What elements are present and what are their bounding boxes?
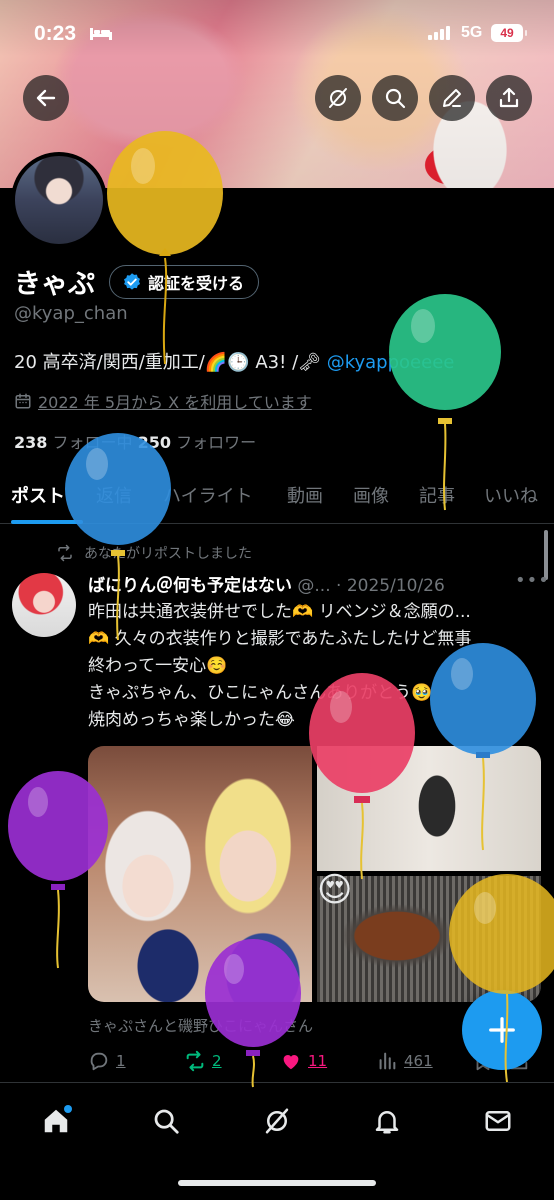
share-icon (499, 87, 519, 108)
joined-text[interactable]: 2022 年 5月から X を利用しています (38, 389, 312, 413)
more-options-icon[interactable]: ••• (515, 570, 550, 591)
search-icon (154, 1109, 179, 1134)
photo-emoji-sticker: 😍 (317, 870, 353, 910)
nav-notifications[interactable] (367, 1101, 407, 1141)
post-author-avatar[interactable] (12, 573, 76, 637)
sleep-focus-icon (90, 28, 112, 40)
search-button[interactable] (372, 75, 418, 121)
profile-tabs: ポスト 返信 ハイライト 動画 画像 記事 いいね (0, 470, 554, 524)
post-text-line: 終わって一安心☺️ (88, 656, 228, 676)
notification-dot (64, 1105, 72, 1113)
battery-icon: 49 (491, 24, 527, 42)
post-photo-3[interactable]: 😍 (317, 870, 541, 1002)
repost-icon (186, 1050, 204, 1072)
network-type: 5G (461, 24, 483, 41)
tagged-users[interactable]: きゃぷさんと磯野ひこにゃんさん (88, 1015, 313, 1036)
reply-button[interactable]: 1 (88, 1050, 126, 1072)
tab-replies[interactable]: 返信 (96, 470, 132, 524)
views-icon (379, 1052, 396, 1070)
repost-icon (58, 544, 72, 562)
post-text[interactable]: 昨田は共通衣装併せでした🫶 リベンジ＆念願の... 🫶 久々の衣装作りと撮影であ… (88, 599, 538, 734)
repost-count: 2 (212, 1052, 222, 1070)
joined-date: 2022 年 5月から X を利用しています (14, 389, 312, 413)
followers-label: フォロワー (171, 433, 257, 452)
profile-handle: @kyap_chan (14, 303, 128, 324)
search-icon (385, 88, 406, 109)
reply-count: 1 (116, 1052, 126, 1070)
profile-name-row: きゃぷ 認証を受ける (14, 262, 260, 301)
tab-articles[interactable]: 記事 (419, 470, 455, 524)
like-count: 11 (308, 1052, 328, 1070)
tab-media[interactable]: 画像 (353, 470, 389, 524)
nav-messages[interactable] (478, 1101, 518, 1141)
post-date[interactable]: · 2025/10/26 (331, 576, 445, 596)
grok-button[interactable] (315, 75, 361, 121)
tab-videos[interactable]: 動画 (287, 470, 323, 524)
home-indicator[interactable] (178, 1180, 376, 1186)
tab-highlights[interactable]: ハイライト (163, 470, 253, 524)
nav-grok[interactable] (257, 1101, 297, 1141)
back-button[interactable] (23, 75, 69, 121)
followers-link[interactable]: 250 フォロワー (138, 433, 257, 452)
plus-icon (489, 1017, 515, 1043)
calendar-icon (15, 393, 31, 409)
verified-badge-icon (124, 272, 140, 290)
reply-icon (90, 1052, 108, 1071)
repost-notice: あなたがリポストしました (56, 543, 252, 563)
grok-icon (329, 88, 347, 108)
post-author-handle[interactable]: @... (292, 576, 330, 596)
mail-icon (485, 1111, 511, 1131)
get-verified-label: 認証を受ける (148, 273, 245, 293)
compose-button[interactable] (462, 990, 542, 1070)
tab-likes[interactable]: いいね (484, 470, 538, 524)
edit-icon (443, 89, 461, 107)
tab-posts[interactable]: ポスト (11, 470, 83, 524)
status-time: 0:23 (34, 22, 77, 45)
following-link[interactable]: 238 フォロー中 (14, 433, 138, 452)
view-count: 461 (404, 1052, 433, 1070)
post-header: ばにりん＠何も予定はない @... · 2025/10/26 (88, 571, 445, 596)
following-count: 238 (14, 433, 48, 452)
post-author-name[interactable]: ばにりん＠何も予定はない (88, 576, 292, 596)
bio-text: 20 高卒済/関西/重加工/🌈🕒 A3! /🗝 (14, 352, 327, 373)
profile-name: きゃぷ (14, 269, 95, 300)
profile-avatar[interactable] (11, 152, 107, 248)
repost-button[interactable]: 2 (184, 1050, 222, 1072)
follow-stats: 238 フォロー中 250 フォロワー (14, 429, 256, 453)
like-button[interactable]: 11 (280, 1050, 327, 1072)
heart-icon (283, 1055, 299, 1070)
nav-home[interactable] (36, 1101, 76, 1141)
back-arrow-icon (36, 89, 56, 107)
cellular-signal-icon (428, 26, 450, 40)
status-bar: 0:23 5G 49 (0, 0, 554, 70)
share-button[interactable] (486, 75, 532, 121)
post-photo-2[interactable] (317, 746, 541, 871)
get-verified-button[interactable]: 認証を受ける (109, 264, 260, 299)
post-text-line: 🫶 久々の衣装作りと撮影であたふたしたけど無事 (88, 629, 472, 649)
nav-search[interactable] (146, 1101, 186, 1141)
post-photo-1[interactable] (88, 746, 312, 1002)
followers-count: 250 (137, 433, 171, 452)
repost-notice-text: あなたがリポストしました (84, 546, 252, 562)
edit-button[interactable] (429, 75, 475, 121)
profile-bio: 20 高卒済/関西/重加工/🌈🕒 A3! /🗝 @kyappoeeee (14, 348, 454, 374)
views-button[interactable]: 461 (376, 1050, 433, 1072)
post-text-line: 昨田は共通衣装併せでした🫶 リベンジ＆念願の... (88, 602, 471, 622)
bell-icon (375, 1111, 399, 1134)
following-label: フォロー中 (47, 433, 138, 452)
post-media-grid: 😍 (88, 746, 541, 1002)
grok-icon (265, 1108, 289, 1134)
post-text-line: 焼肉めっちゃ楽しかった😂 (88, 710, 295, 730)
bio-mention-link[interactable]: @kyappoeeee (327, 352, 455, 373)
post-text-line: きゃぷちゃん、ひこにゃんさんありがとう🥹 (88, 683, 433, 703)
